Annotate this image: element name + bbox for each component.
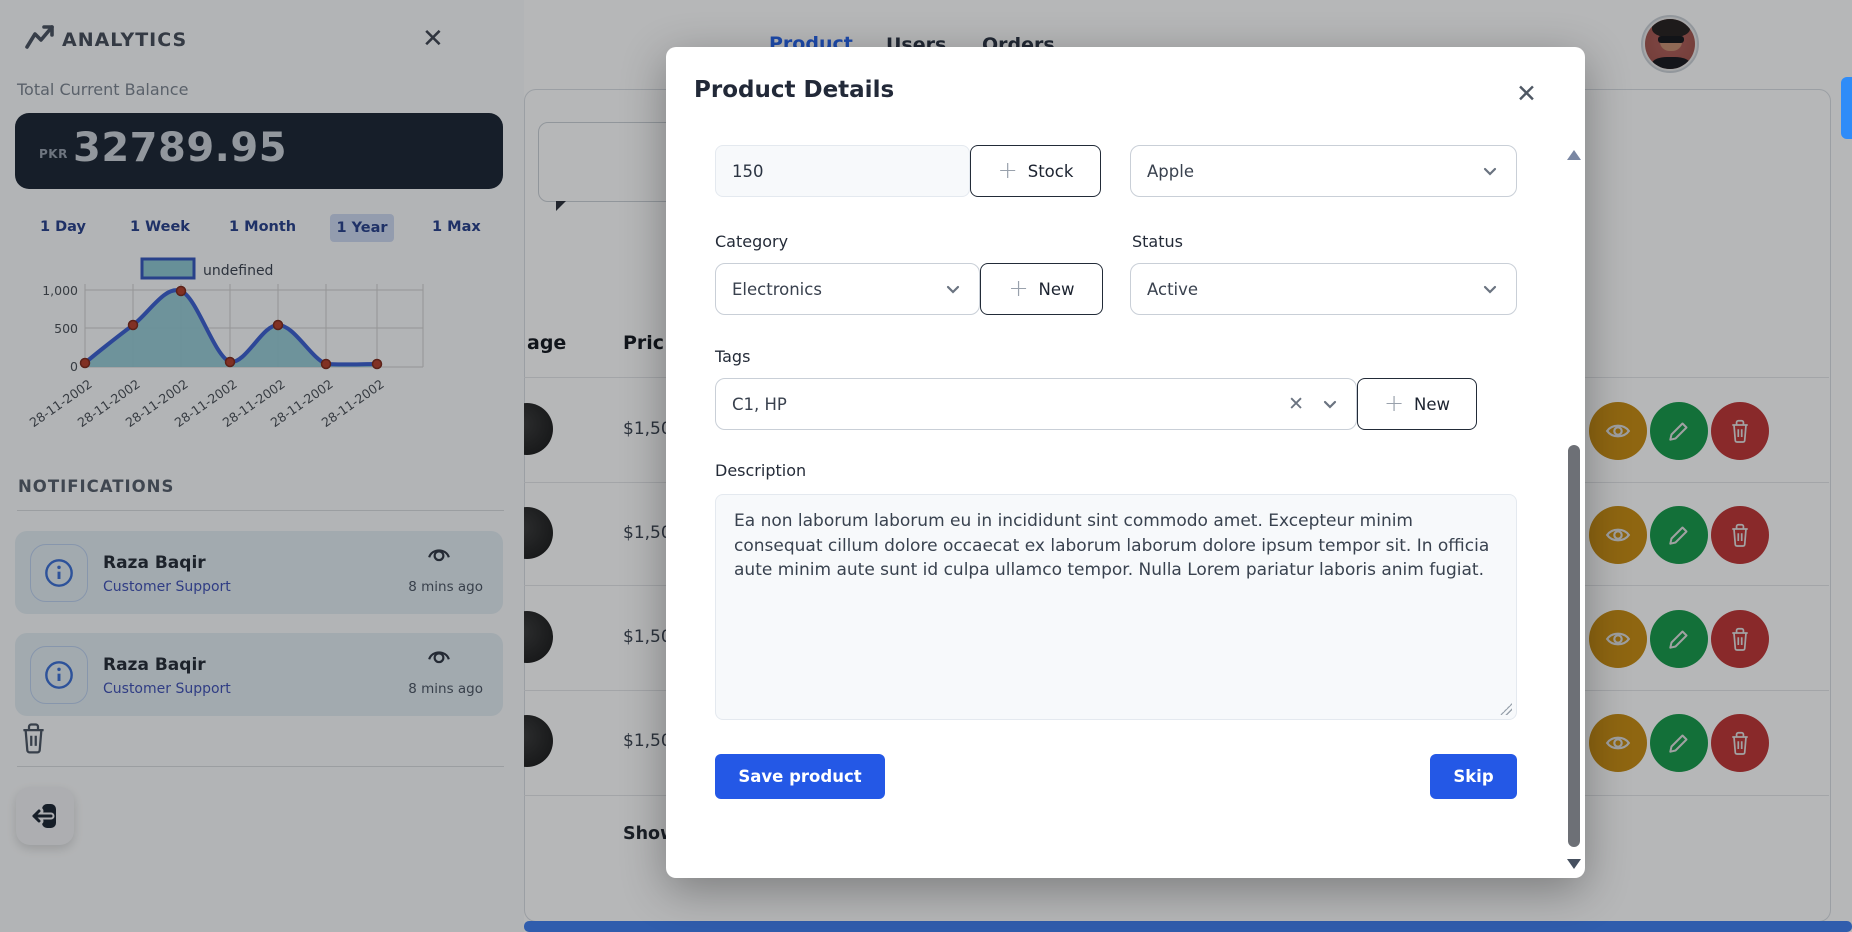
new-tag-label: New xyxy=(1414,395,1450,414)
save-product-label: Save product xyxy=(738,767,861,786)
tags-label: Tags xyxy=(715,347,750,366)
scroll-up-arrow[interactable] xyxy=(1567,150,1581,160)
screen: Product Users Orders age Pric $1,50 $1,5… xyxy=(0,0,1852,932)
chevron-down-icon xyxy=(1480,161,1500,181)
stock-value: 150 xyxy=(732,162,764,181)
scroll-down-arrow[interactable] xyxy=(1567,859,1581,869)
plus-icon: + xyxy=(998,158,1018,182)
brand-select[interactable]: Apple xyxy=(1130,145,1517,197)
add-stock-label: Stock xyxy=(1028,162,1074,181)
plus-icon: + xyxy=(1384,391,1404,415)
tags-value: C1, HP xyxy=(732,395,787,414)
status-value: Active xyxy=(1147,280,1198,299)
tags-combobox[interactable]: C1, HP ✕ xyxy=(715,378,1357,430)
description-label: Description xyxy=(715,461,806,480)
tags-clear-icon[interactable]: ✕ xyxy=(1288,395,1304,414)
status-label: Status xyxy=(1132,232,1183,251)
chevron-down-icon xyxy=(943,279,963,299)
skip-label: Skip xyxy=(1453,767,1493,786)
description-textarea[interactable]: Ea non laborum laborum eu in incididunt … xyxy=(715,494,1517,720)
modal-scrollbar-thumb[interactable] xyxy=(1568,445,1580,847)
brand-value: Apple xyxy=(1147,162,1194,181)
chevron-down-icon[interactable] xyxy=(1320,394,1340,414)
product-details-modal: Product Details ✕ 150 + Stock Apple Cate… xyxy=(666,47,1585,878)
category-value: Electronics xyxy=(732,280,822,299)
stock-input[interactable]: 150 xyxy=(715,145,970,197)
new-tag-button[interactable]: + New xyxy=(1357,378,1477,430)
add-stock-button[interactable]: + Stock xyxy=(970,145,1101,197)
modal-close-icon[interactable]: ✕ xyxy=(1516,81,1537,106)
description-text: Ea non laborum laborum eu in incididunt … xyxy=(734,511,1489,580)
modal-title: Product Details xyxy=(694,77,894,103)
skip-button[interactable]: Skip xyxy=(1430,754,1517,799)
page-scrollbar-thumb[interactable] xyxy=(1841,77,1852,139)
resize-grip-icon[interactable] xyxy=(1500,703,1512,715)
status-select[interactable]: Active xyxy=(1130,263,1517,315)
chevron-down-icon xyxy=(1480,279,1500,299)
plus-icon: + xyxy=(1008,276,1028,300)
new-category-label: New xyxy=(1039,280,1075,299)
category-select[interactable]: Electronics xyxy=(715,263,980,315)
new-category-button[interactable]: + New xyxy=(980,263,1103,315)
save-product-button[interactable]: Save product xyxy=(715,754,885,799)
category-label: Category xyxy=(715,232,788,251)
